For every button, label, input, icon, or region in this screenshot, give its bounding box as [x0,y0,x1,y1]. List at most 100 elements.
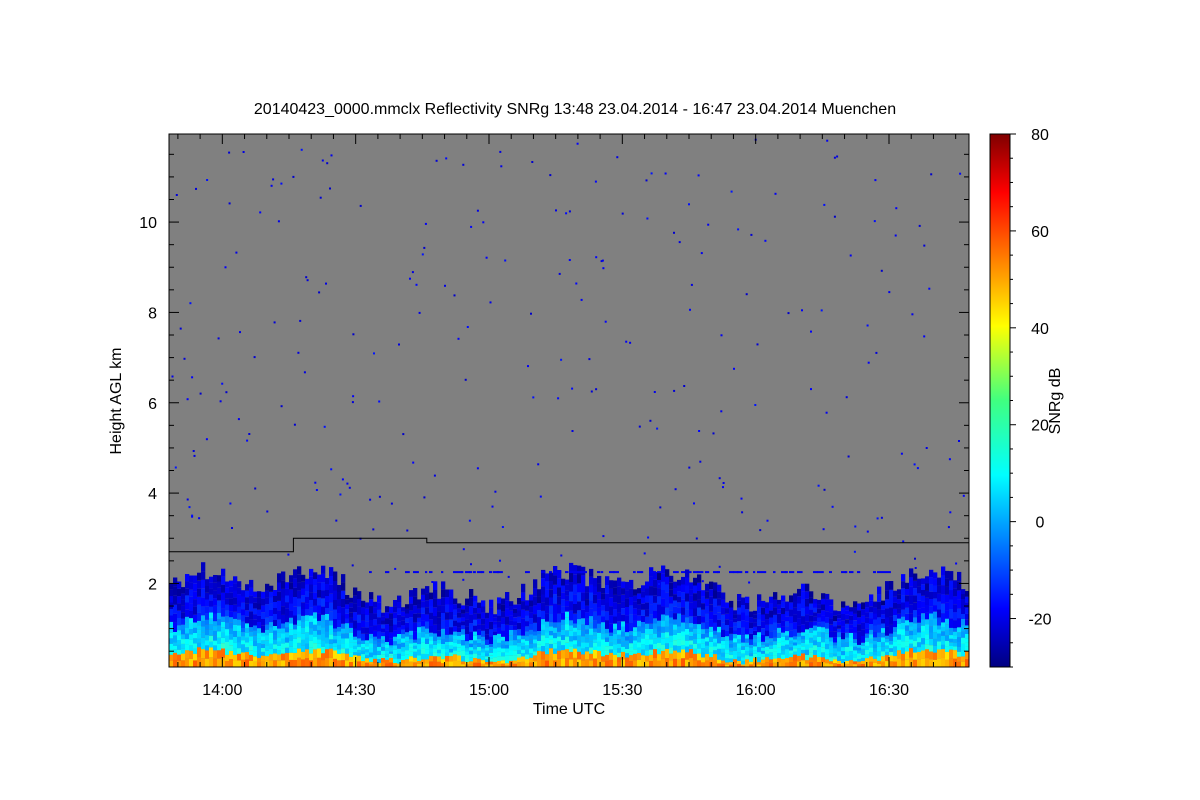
heat-cell [873,658,878,663]
heat-cell [869,624,874,630]
heat-cell [169,596,174,603]
heat-cell [761,650,766,654]
heat-cell [225,593,230,599]
heat-cell [921,613,926,620]
heat-cell [393,645,398,650]
heat-cell [873,625,878,632]
heat-cell [281,648,286,654]
heat-cell [757,652,762,658]
heat-cell [545,589,550,598]
heat-cell [421,626,426,632]
heat-cell [733,626,738,631]
heat-cell [185,581,190,589]
heat-cell [205,640,210,646]
heat-cell [573,574,578,585]
heat-cell [813,661,818,667]
heat-cell [181,624,186,630]
heat-cell [457,632,462,636]
heat-cell [293,587,298,597]
y-axis-title: Height AGL km [108,347,125,454]
heat-cell [457,612,462,618]
heat-cell [785,621,790,627]
heat-cell [553,571,558,574]
heat-cell [869,600,874,607]
heat-cell [441,581,446,590]
heat-cell [757,637,762,643]
heat-cell [585,642,590,647]
heat-cell [673,629,678,635]
heat-cell [657,642,662,649]
heat-cell [757,606,762,614]
heat-cell [425,644,430,650]
heat-cell [281,597,286,607]
heat-cell [353,595,358,604]
heat-cell [961,609,966,614]
heat-cell [689,571,692,574]
heat-cell [817,631,822,637]
heat-cell [873,619,878,626]
heat-cell [549,571,553,574]
heat-cell [509,606,514,611]
heat-cell [181,644,186,649]
heat-cell [857,624,862,632]
heat-cell [517,616,522,623]
heat-cell [893,614,898,621]
heat-cell [317,625,322,631]
heat-cell [171,375,174,378]
heat-cell [833,626,838,632]
heat-cell [961,589,966,595]
heat-cell [823,488,826,491]
heat-cell [825,628,830,634]
heat-cell [457,608,462,613]
heat-cell [937,658,942,667]
heat-cell [513,604,518,609]
heat-cell [477,646,482,651]
heat-cell [297,657,302,667]
heat-cell [553,653,558,661]
heat-cell [957,642,962,647]
heat-cell [945,624,950,630]
heat-cell [233,590,238,598]
heat-cell [565,590,570,596]
heat-cell [229,617,234,623]
heat-cell [505,592,510,601]
heat-cell [349,642,354,648]
heat-cell [669,647,674,654]
heat-cell [781,654,786,659]
heat-cell [777,632,782,638]
heat-cell [277,650,282,655]
heat-cell [541,571,546,574]
heat-cell [345,648,350,654]
heat-cell [501,526,504,528]
heat-cell [549,648,554,658]
heat-cell [197,625,202,630]
heat-cell [213,575,218,583]
heat-cell [453,631,458,636]
heat-cell [357,591,362,599]
heat-cell [721,660,726,664]
heat-cell [329,620,334,626]
heat-cell [353,612,358,621]
heat-cell [553,603,558,613]
heat-cell [381,636,386,640]
heat-cell [637,660,642,667]
heat-cell [401,651,406,656]
heat-cell [193,583,198,592]
heat-cell [265,656,270,662]
heat-cell [645,661,650,667]
heat-cell [601,639,606,645]
x-tick-label: 15:00 [469,682,509,699]
heat-cell [292,175,295,178]
heat-cell [797,632,802,637]
heat-cell [521,661,526,667]
heat-cell [273,635,278,640]
heat-cell [489,301,492,304]
heat-cell [777,623,782,628]
heat-cell [941,622,946,627]
heat-cell [477,602,482,608]
heat-cell [820,309,823,312]
heat-cell [397,595,402,602]
heat-cell [729,620,734,628]
heat-cell [601,627,606,634]
heat-cell [341,653,346,661]
